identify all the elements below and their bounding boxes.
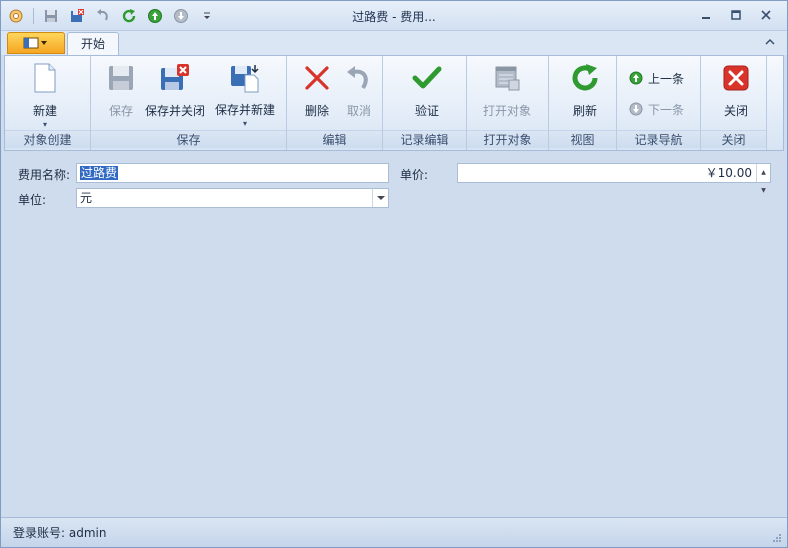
group-create: 新建 ▾ 对象创建 xyxy=(5,56,91,150)
ribbon-collapse-icon[interactable] xyxy=(763,35,777,49)
group-label-record-edit: 记录编辑 xyxy=(383,130,466,148)
checkmark-icon xyxy=(411,62,443,94)
unit-combobox[interactable]: 元 xyxy=(76,188,389,208)
save-close-label: 保存并关闭 xyxy=(145,104,206,118)
main-window: 过路费 - 费用... 开始 新建 ▾ 对象创建 保存 保存并关闭 保存并新建 … xyxy=(0,0,788,548)
delete-label: 删除 xyxy=(304,104,329,118)
group-close: 关闭 关闭 xyxy=(701,56,767,150)
title-bar: 过路费 - 费用... xyxy=(1,1,787,31)
save-new-label: 保存并新建 xyxy=(215,103,276,117)
close-button[interactable]: 关闭 xyxy=(720,60,752,128)
fee-name-input[interactable]: 过路费 xyxy=(76,163,389,183)
tab-home[interactable]: 开始 xyxy=(67,32,119,56)
save-new-button[interactable]: 保存并新建 ▾ xyxy=(215,60,275,128)
group-label-create: 对象创建 xyxy=(5,130,90,148)
save-button-label: 保存 xyxy=(108,104,133,118)
maximize-button[interactable] xyxy=(721,5,751,25)
refresh-button[interactable]: 刷新 xyxy=(569,60,601,128)
price-input[interactable]: ￥10.00 ▲ ▼ xyxy=(457,163,771,194)
window-title: 过路费 - 费用... xyxy=(352,10,436,24)
close-label: 关闭 xyxy=(723,104,748,118)
new-dropdown-icon[interactable]: ▾ xyxy=(43,121,47,129)
resize-grip-icon[interactable] xyxy=(771,532,781,542)
open-object-label: 打开对象 xyxy=(483,104,532,118)
undo-icon xyxy=(343,62,375,94)
save-close-icon xyxy=(159,62,191,94)
price-value: ￥10.00 xyxy=(705,166,752,180)
group-label-edit: 编辑 xyxy=(287,130,382,148)
group-record-nav: 上一条 下一条 记录导航 xyxy=(617,56,701,150)
save-new-dropdown-icon[interactable]: ▾ xyxy=(243,120,247,128)
save-new-icon xyxy=(229,62,261,93)
group-label-record-nav: 记录导航 xyxy=(617,130,700,148)
price-spinner[interactable]: ▲ ▼ xyxy=(756,164,770,194)
window-controls xyxy=(691,5,781,25)
ribbon-tab-strip: 开始 xyxy=(1,31,787,56)
validate-button[interactable]: 验证 xyxy=(411,60,443,128)
refresh-label: 刷新 xyxy=(572,104,597,118)
status-bar: 登录账号: admin xyxy=(1,517,787,547)
new-button-label: 新建 xyxy=(32,104,57,118)
unit-dropdown-icon[interactable] xyxy=(372,189,388,207)
group-record-edit: 验证 记录编辑 xyxy=(383,56,467,150)
fee-name-label: 费用名称: xyxy=(18,168,71,182)
group-save: 保存 保存并关闭 保存并新建 ▾ 保存 xyxy=(91,56,287,150)
new-button[interactable]: 新建 ▾ xyxy=(29,60,61,129)
group-label-open-object: 打开对象 xyxy=(467,130,548,148)
cancel-label: 取消 xyxy=(346,104,371,118)
close-window-button[interactable] xyxy=(751,5,781,25)
prev-record-button[interactable]: 上一条 xyxy=(629,68,684,88)
new-document-icon xyxy=(29,62,61,94)
group-label-save: 保存 xyxy=(91,130,286,148)
open-object-button[interactable]: 打开对象 xyxy=(483,60,531,128)
next-record-button[interactable]: 下一条 xyxy=(629,99,684,119)
delete-x-icon xyxy=(301,62,333,94)
spin-up-icon[interactable]: ▲ xyxy=(757,164,770,182)
prev-record-label: 上一条 xyxy=(648,71,685,86)
spin-down-icon[interactable]: ▼ xyxy=(757,182,770,200)
minimize-button[interactable] xyxy=(691,5,721,25)
group-view: 刷新 视图 xyxy=(549,56,617,150)
cancel-button[interactable]: 取消 xyxy=(343,60,375,128)
unit-value: 元 xyxy=(80,191,93,205)
save-disk-icon xyxy=(105,62,137,94)
next-record-label: 下一条 xyxy=(648,102,685,117)
delete-button[interactable]: 删除 xyxy=(301,60,333,128)
fee-name-value: 过路费 xyxy=(80,166,119,180)
open-object-icon xyxy=(491,62,523,94)
close-red-icon xyxy=(720,62,752,94)
group-label-view: 视图 xyxy=(549,130,616,148)
unit-label: 单位: xyxy=(18,193,47,207)
price-label: 单价: xyxy=(400,168,429,182)
application-menu-button[interactable] xyxy=(7,32,65,54)
login-account-status: 登录账号: admin xyxy=(13,526,107,540)
group-label-close: 关闭 xyxy=(701,130,766,148)
group-edit: 删除 取消 编辑 xyxy=(287,56,383,150)
next-arrow-icon xyxy=(629,102,643,116)
save-close-button[interactable]: 保存并关闭 xyxy=(145,60,205,128)
detail-form: 费用名称: 过路费 单位: 元 单价: ￥10.00 ▲ ▼ xyxy=(4,151,784,515)
ribbon: 新建 ▾ 对象创建 保存 保存并关闭 保存并新建 ▾ 保存 删除 取消 编辑 验… xyxy=(4,55,784,151)
group-open-object: 打开对象 打开对象 xyxy=(467,56,549,150)
save-button[interactable]: 保存 xyxy=(105,60,137,128)
validate-label: 验证 xyxy=(414,104,439,118)
prev-arrow-icon xyxy=(629,71,643,85)
refresh-icon xyxy=(569,62,601,94)
